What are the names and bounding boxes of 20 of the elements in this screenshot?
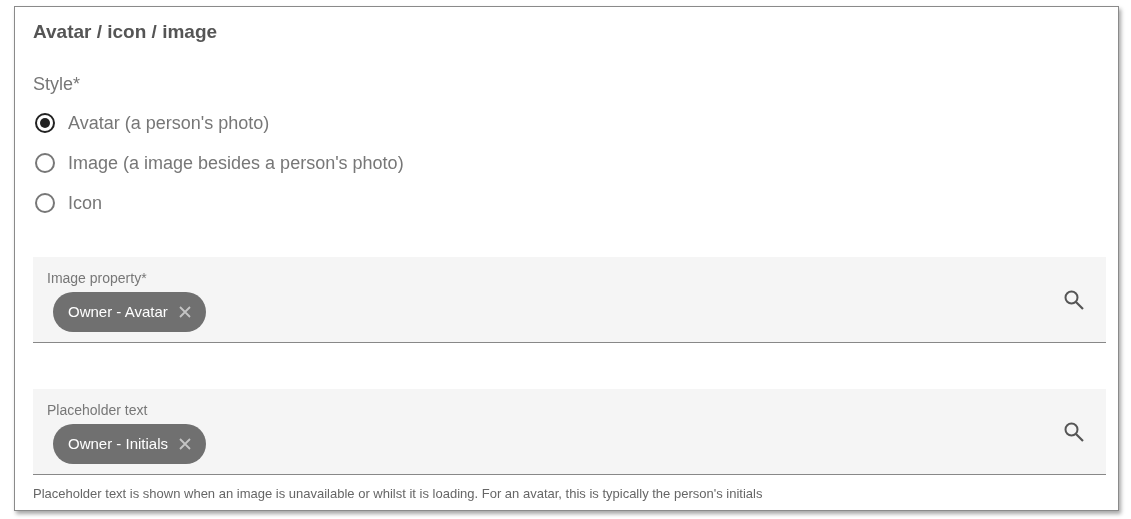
radio-button[interactable]	[35, 193, 55, 213]
lookup-field[interactable]: Placeholder text Owner - Initials	[33, 389, 1106, 475]
radio-button[interactable]	[35, 113, 55, 133]
value-chip[interactable]: Owner - Initials	[53, 423, 207, 464]
radio-label[interactable]: Icon	[68, 192, 103, 214]
value-chip[interactable]: Owner - Avatar	[53, 291, 206, 332]
lookup-field[interactable]: Image property* Owner - Avatar	[33, 257, 1106, 343]
radio-option[interactable]: Icon	[33, 183, 1106, 223]
radio-button[interactable]	[35, 153, 55, 173]
close-icon[interactable]	[178, 436, 193, 451]
radio-label[interactable]: Avatar (a person's photo)	[68, 112, 270, 134]
field-label: Placeholder text	[47, 401, 149, 418]
radio-label[interactable]: Image (a image besides a person's photo)	[68, 152, 404, 174]
style-label: Style*	[33, 74, 82, 95]
radio-option[interactable]: Avatar (a person's photo)	[33, 103, 1106, 143]
helper-text: Placeholder text is shown when an image is unavailable or whilst it is loading. For an avatar, this is typically the person's initials	[33, 486, 764, 501]
section-title: Avatar / icon / image	[33, 21, 219, 43]
radio-option[interactable]: Image (a image besides a person's photo)	[33, 143, 1106, 183]
close-icon[interactable]	[177, 304, 192, 319]
field-label: Image property*	[47, 269, 148, 286]
